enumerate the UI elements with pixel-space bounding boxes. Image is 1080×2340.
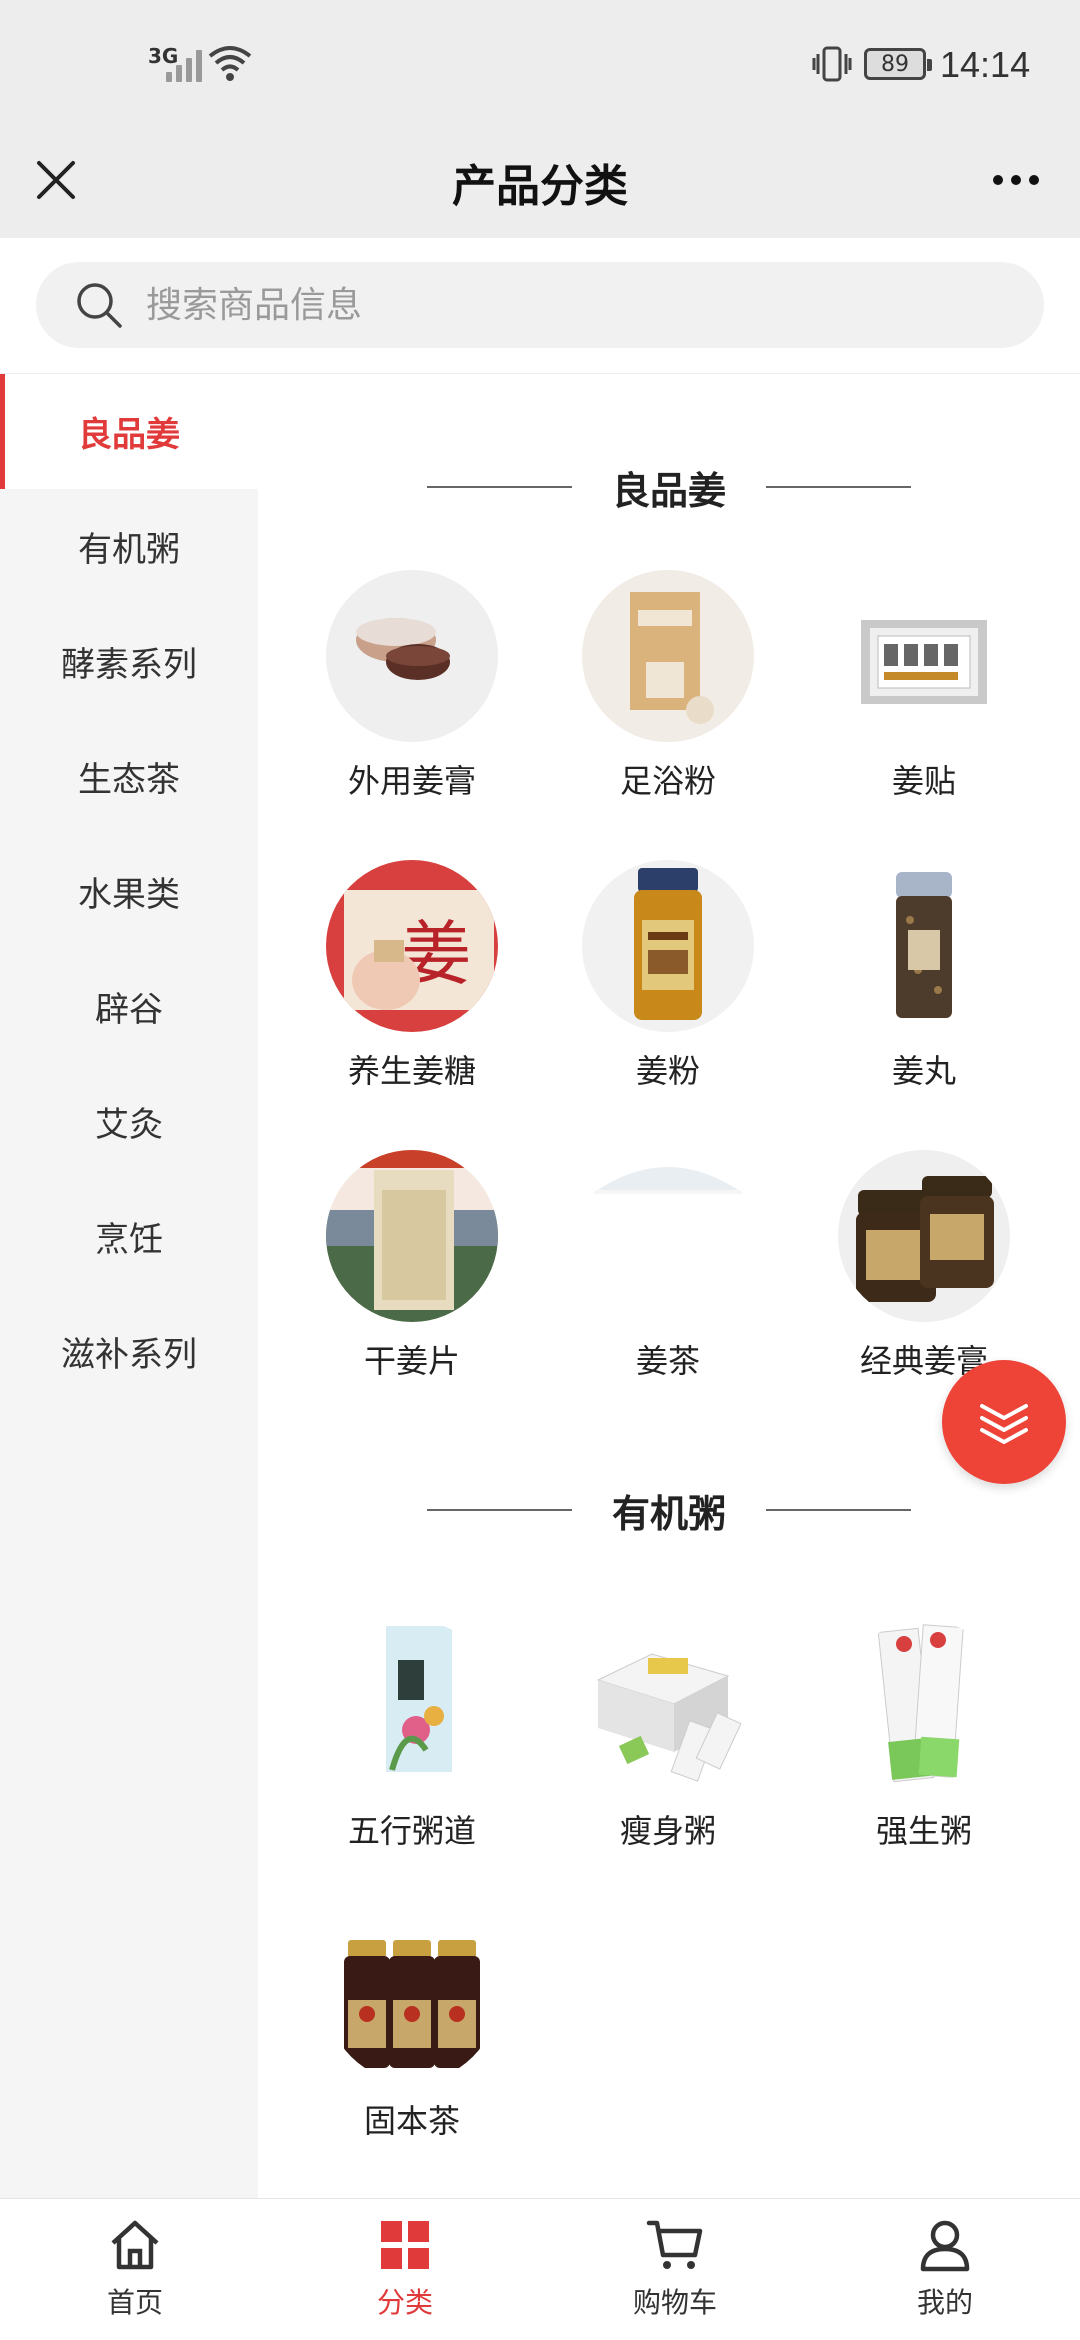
sidebar-item-shuiguo[interactable]: 水果类 bbox=[0, 834, 258, 949]
expand-menu-button[interactable] bbox=[942, 1360, 1066, 1484]
home-icon bbox=[111, 2220, 159, 2270]
battery-icon: 89 bbox=[864, 48, 932, 80]
sidebar-item-label: 烹饪 bbox=[95, 1220, 163, 1260]
product-image bbox=[838, 1620, 1010, 1792]
product-image bbox=[326, 1620, 498, 1792]
product-grid: 五行粥道 瘦身粥 强生粥 固本茶 bbox=[258, 1620, 1080, 2198]
more-icon bbox=[993, 175, 1003, 185]
clock: 14:14 bbox=[940, 44, 1031, 85]
product-image bbox=[326, 1910, 498, 2082]
battery-level: 89 bbox=[881, 51, 909, 77]
sidebar-item-label: 生态茶 bbox=[78, 760, 180, 800]
product-item[interactable]: 姜茶 bbox=[540, 1150, 796, 1440]
product-name: 姜茶 bbox=[635, 1342, 700, 1380]
product-image: 姜 bbox=[326, 860, 498, 1032]
status-bar: 3G 89 14:14 bbox=[0, 0, 1080, 130]
product-item[interactable]: 固本茶 bbox=[284, 1910, 540, 2198]
search-icon bbox=[77, 283, 122, 328]
category-sidebar: 良品姜 有机粥 酵素系列 生态茶 水果类 辟谷 艾灸 烹饪 滋补系列 bbox=[0, 374, 258, 2198]
page-title: 产品分类 bbox=[452, 161, 628, 212]
tab-home[interactable]: 首页 bbox=[0, 2199, 270, 2340]
product-name: 瘦身粥 bbox=[619, 1812, 716, 1850]
sidebar-item-bigu[interactable]: 辟谷 bbox=[0, 949, 258, 1064]
tab-profile[interactable]: 我的 bbox=[810, 2199, 1080, 2340]
tab-label: 我的 bbox=[916, 2286, 973, 2319]
signal-icon bbox=[166, 48, 202, 82]
product-item[interactable]: 姜贴 bbox=[796, 570, 1052, 860]
search-bar[interactable] bbox=[36, 262, 1044, 348]
product-name: 足浴粉 bbox=[619, 762, 716, 800]
product-list: 良品姜 外用姜膏 足浴粉 姜贴 姜 养生姜糖 姜粉 姜丸 干姜片 姜茶 经典姜膏… bbox=[258, 374, 1080, 2198]
product-name: 外用姜膏 bbox=[347, 762, 476, 800]
section-title: 有机粥 bbox=[611, 1491, 726, 1536]
product-image bbox=[838, 570, 1010, 742]
section-header: 良品姜 bbox=[258, 374, 1080, 570]
product-image bbox=[582, 860, 754, 1032]
product-name: 姜粉 bbox=[635, 1052, 700, 1090]
tab-label: 分类 bbox=[376, 2286, 433, 2319]
section-title: 良品姜 bbox=[611, 468, 726, 513]
category-grid-icon bbox=[381, 2221, 429, 2269]
sidebar-item-label: 酵素系列 bbox=[61, 645, 197, 685]
search-input[interactable] bbox=[146, 284, 946, 326]
product-item[interactable]: 姜丸 bbox=[796, 860, 1052, 1150]
sidebar-item-aijiu[interactable]: 艾灸 bbox=[0, 1064, 258, 1179]
product-image bbox=[838, 860, 1010, 1032]
product-grid: 外用姜膏 足浴粉 姜贴 姜 养生姜糖 姜粉 姜丸 干姜片 姜茶 经典姜膏 bbox=[258, 570, 1080, 1440]
vibrate-icon bbox=[812, 46, 852, 82]
product-name: 干姜片 bbox=[363, 1342, 460, 1380]
sidebar-item-shengtaicha[interactable]: 生态茶 bbox=[0, 719, 258, 834]
product-name: 姜贴 bbox=[891, 762, 956, 800]
product-name: 五行粥道 bbox=[347, 1812, 476, 1850]
product-image bbox=[326, 570, 498, 742]
product-name: 强生粥 bbox=[875, 1812, 972, 1850]
sidebar-item-pengren[interactable]: 烹饪 bbox=[0, 1179, 258, 1294]
sidebar-item-label: 滋补系列 bbox=[61, 1335, 197, 1375]
chevrons-down-icon bbox=[980, 1404, 1028, 1444]
product-item[interactable]: 五行粥道 bbox=[284, 1620, 540, 1910]
section-header: 有机粥 bbox=[258, 1440, 1080, 1620]
product-item[interactable]: 瘦身粥 bbox=[540, 1620, 796, 1910]
sidebar-item-liangpinjiang[interactable]: 良品姜 bbox=[0, 374, 258, 489]
product-item[interactable]: 姜 养生姜糖 bbox=[284, 860, 540, 1150]
product-image bbox=[582, 1150, 754, 1322]
sidebar-item-label: 良品姜 bbox=[78, 415, 180, 455]
sidebar-item-label: 水果类 bbox=[78, 875, 180, 915]
product-item[interactable]: 干姜片 bbox=[284, 1150, 540, 1440]
tab-label: 购物车 bbox=[632, 2286, 717, 2319]
product-name: 姜丸 bbox=[891, 1052, 956, 1090]
product-item[interactable]: 足浴粉 bbox=[540, 570, 796, 860]
sidebar-item-zibu[interactable]: 滋补系列 bbox=[0, 1294, 258, 1409]
product-name: 养生姜糖 bbox=[347, 1052, 476, 1090]
sidebar-item-label: 有机粥 bbox=[78, 530, 180, 570]
product-item[interactable]: 姜粉 bbox=[540, 860, 796, 1150]
user-icon bbox=[920, 2220, 970, 2272]
sidebar-item-label: 辟谷 bbox=[95, 990, 163, 1030]
bottom-tab-bar: 首页 分类 购物车 我的 bbox=[0, 2198, 1080, 2340]
tab-category[interactable]: 分类 bbox=[270, 2199, 540, 2340]
sidebar-item-jiaosu[interactable]: 酵素系列 bbox=[0, 604, 258, 719]
product-image bbox=[582, 570, 754, 742]
product-name: 固本茶 bbox=[363, 2102, 460, 2140]
sidebar-item-label: 艾灸 bbox=[95, 1105, 163, 1145]
sidebar-item-youjizhou[interactable]: 有机粥 bbox=[0, 489, 258, 604]
product-item[interactable]: 外用姜膏 bbox=[284, 570, 540, 860]
search-area bbox=[0, 238, 1080, 374]
title-bar: 产品分类 bbox=[0, 130, 1080, 238]
product-image bbox=[838, 1150, 1010, 1322]
tab-cart[interactable]: 购物车 bbox=[540, 2199, 810, 2340]
cart-icon bbox=[646, 2220, 703, 2269]
product-image bbox=[582, 1620, 754, 1792]
more-options-button[interactable] bbox=[976, 148, 1056, 212]
product-image bbox=[326, 1150, 498, 1322]
wifi-icon bbox=[208, 46, 252, 81]
product-item[interactable]: 强生粥 bbox=[796, 1620, 1052, 1910]
tab-label: 首页 bbox=[106, 2286, 163, 2319]
